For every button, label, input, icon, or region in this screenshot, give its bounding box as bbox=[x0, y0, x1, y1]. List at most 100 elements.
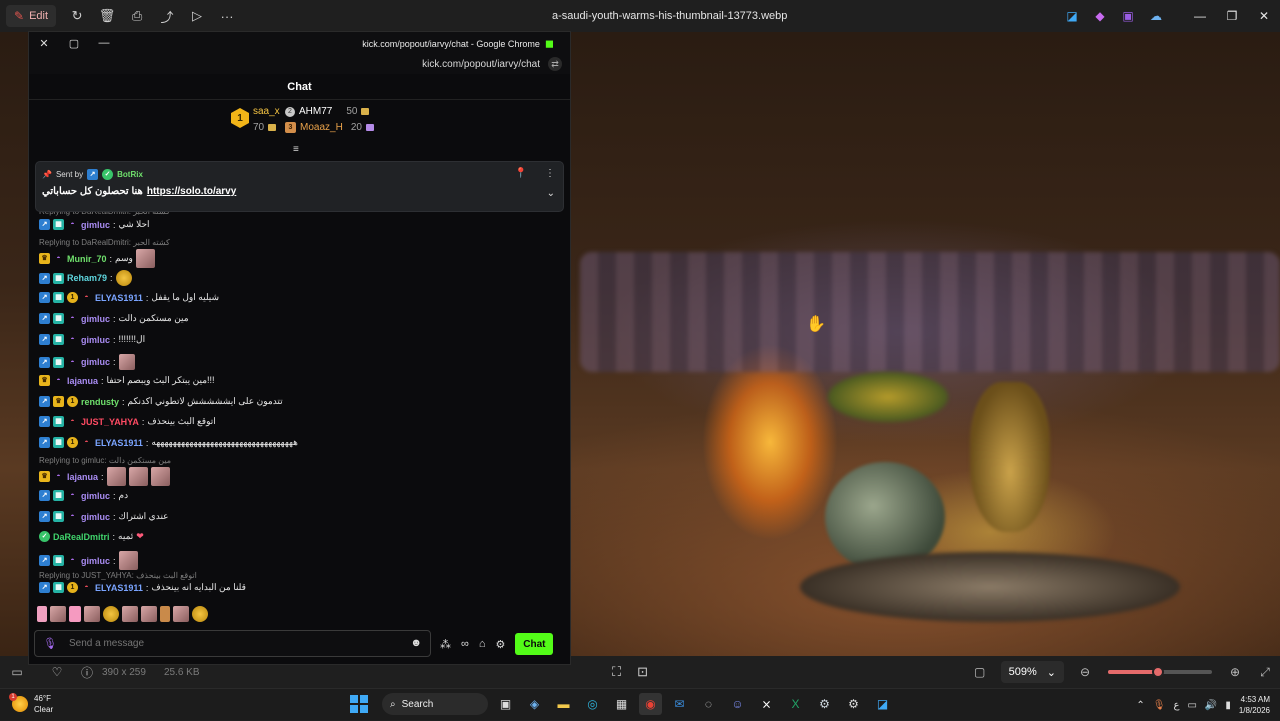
kick-points-icon[interactable]: ⁂ bbox=[440, 638, 451, 651]
username[interactable]: DaRealDmitri bbox=[53, 532, 110, 542]
filmstrip-icon[interactable]: ▭ bbox=[2, 665, 32, 679]
weather-widget[interactable]: 1 46°F Clear bbox=[9, 693, 53, 715]
emoji-picker-icon[interactable]: ☻ bbox=[410, 637, 422, 649]
send-chat-button[interactable]: Chat bbox=[515, 633, 554, 655]
volume-icon[interactable]: 🔊 bbox=[1205, 700, 1217, 711]
emote[interactable] bbox=[103, 606, 119, 622]
username[interactable]: gimluc bbox=[81, 491, 110, 501]
emote[interactable] bbox=[141, 606, 157, 622]
chat-message[interactable]: ↗ ▦ ◓ gimluc: bbox=[39, 354, 135, 370]
username[interactable]: gimluc bbox=[81, 335, 110, 345]
more-icon[interactable]: ··· bbox=[212, 9, 242, 24]
message-input[interactable] bbox=[69, 638, 389, 649]
zoom-slider[interactable] bbox=[1108, 666, 1212, 678]
photos-app-icon[interactable]: ◪ bbox=[871, 693, 894, 715]
delete-icon[interactable]: 🗑 bbox=[92, 8, 122, 24]
leader-third[interactable]: 3 Moaaz_H 20 bbox=[285, 122, 374, 133]
chat-message[interactable]: ✓ DaRealDmitri: ئميه ❤ bbox=[39, 531, 144, 542]
pinned-bot-name[interactable]: BotRix bbox=[117, 170, 143, 179]
steam-icon[interactable]: ⚙ bbox=[813, 693, 836, 715]
pinned-link[interactable]: https://solo.to/arvy bbox=[147, 186, 236, 197]
onedrive-icon[interactable]: ☁ bbox=[1142, 9, 1170, 23]
popout-url[interactable]: kick.com/popout/iarvy/chat bbox=[422, 59, 540, 70]
whatsapp-icon[interactable]: ◌ bbox=[697, 693, 720, 715]
chat-message[interactable]: ↗ ▦ ◓ gimluc: عندي اشتراك bbox=[39, 511, 169, 522]
chat-message[interactable]: ↗ ▦ ◓ gimluc: !!!!!!!ال bbox=[39, 334, 145, 345]
chevron-down-icon[interactable]: ⌄ bbox=[547, 188, 555, 199]
taskbar-search[interactable]: ⌕ Search bbox=[382, 693, 488, 715]
start-button-icon[interactable] bbox=[350, 695, 368, 713]
file-explorer-icon[interactable]: ▬ bbox=[552, 693, 575, 715]
username[interactable]: ELYAS1911 bbox=[95, 293, 143, 303]
chat-message[interactable]: ↗ ▦ 1 ◓ ELYAS1911: هههههههههههههههههههههههه… bbox=[39, 437, 298, 448]
username[interactable]: lajanua bbox=[67, 472, 98, 482]
outlook-icon[interactable]: ✉ bbox=[668, 693, 691, 715]
store-icon[interactable]: ▦ bbox=[610, 693, 633, 715]
rotate-icon[interactable]: ↻ bbox=[62, 8, 92, 24]
language-indicator[interactable]: ع bbox=[1173, 700, 1179, 711]
minimize-icon[interactable]: — bbox=[1184, 9, 1216, 23]
crop-icon[interactable]: ⛶ bbox=[612, 664, 621, 680]
emote[interactable] bbox=[192, 606, 208, 622]
chrome-icon[interactable]: ◉ bbox=[639, 693, 662, 715]
username[interactable]: ELYAS1911 bbox=[95, 438, 143, 448]
leader-second[interactable]: 2 AHM77 50 bbox=[285, 106, 370, 117]
discord-icon[interactable]: ☺ bbox=[726, 693, 749, 715]
chat-message[interactable]: ↗ ▦ ◓ gimluc: دم bbox=[39, 490, 128, 501]
chat-message[interactable]: ↗ ▦ 1 ◓ ELYAS1911: قلنا من البدايه انه بينح… bbox=[39, 582, 246, 593]
zoom-out-icon[interactable]: ⊖ bbox=[1070, 665, 1100, 679]
mic-tray-icon[interactable]: 🎙 bbox=[1153, 700, 1166, 711]
close-icon[interactable]: ✕ bbox=[1248, 9, 1280, 23]
site-settings-icon[interactable]: ⇄ bbox=[548, 57, 562, 71]
emote[interactable] bbox=[69, 606, 81, 622]
username[interactable]: ELYAS1911 bbox=[95, 583, 143, 593]
chat-message[interactable]: ↗ ▦ 1 ◓ ELYAS1911: شيليه اول ما يقفل bbox=[39, 292, 219, 303]
app-icon-blue[interactable]: ◪ bbox=[1058, 9, 1086, 23]
zoom-dropdown[interactable]: 509% ⌄ bbox=[1000, 661, 1064, 683]
actual-size-icon[interactable]: ▢ bbox=[965, 665, 995, 679]
infinity-icon[interactable]: ∞ bbox=[461, 638, 469, 650]
chevron-up-icon[interactable]: ⌃ bbox=[1136, 700, 1144, 711]
chat-message[interactable]: ↗ ▦ Reham79: bbox=[39, 270, 132, 286]
app-icon-clipchamp[interactable]: ▣ bbox=[1114, 9, 1142, 23]
chat-message[interactable]: ↗ ▦ ◓ gimluc: bbox=[39, 551, 138, 570]
chat-message[interactable]: ↗ ▦ ◓ gimluc: احلا شي bbox=[39, 219, 150, 230]
store-icon[interactable]: ⌂ bbox=[479, 638, 486, 650]
more-options-icon[interactable]: ⋮ bbox=[545, 168, 555, 179]
username[interactable]: gimluc bbox=[81, 512, 110, 522]
username[interactable]: rendusty bbox=[81, 397, 119, 407]
print-icon[interactable]: ⎙ bbox=[122, 8, 152, 24]
emote[interactable] bbox=[37, 606, 47, 622]
username[interactable]: JUST_YAHYA bbox=[81, 417, 139, 427]
settings-gear-icon[interactable]: ⚙ bbox=[496, 638, 506, 651]
chat-message[interactable]: ↗ ▦ ◓ JUST_YAHYA: اتوقع البث بينحذف bbox=[39, 416, 216, 427]
battery-icon[interactable]: ▮ bbox=[1225, 700, 1231, 711]
username[interactable]: gimluc bbox=[81, 220, 110, 230]
excel-icon[interactable]: X bbox=[784, 693, 807, 715]
edit-button[interactable]: ✎ Edit bbox=[6, 5, 57, 27]
emote[interactable] bbox=[50, 606, 66, 622]
kick-extension-icon[interactable]: ◼ bbox=[545, 37, 554, 50]
pinned-message[interactable]: 📌 Sent by ↗ ✓ BotRix هنا تحصلون كل حسابا… bbox=[35, 161, 564, 212]
slideshow-icon[interactable]: ▷ bbox=[182, 8, 212, 24]
microphone-icon[interactable]: 🎙 bbox=[43, 637, 57, 650]
chat-message[interactable]: ♛ ◓ Munir_70: وسم bbox=[39, 249, 155, 268]
task-view-icon[interactable]: ▣ bbox=[494, 693, 517, 715]
settings-icon[interactable]: ⚙ bbox=[842, 693, 865, 715]
fullscreen-icon[interactable]: ⤢ bbox=[1250, 665, 1280, 680]
chat-message[interactable]: ♛ ◓ lajanua: bbox=[39, 467, 170, 486]
zoom-slider-thumb[interactable] bbox=[1151, 666, 1164, 678]
favorite-icon[interactable]: ♡ bbox=[42, 665, 72, 679]
edge-icon[interactable]: ◎ bbox=[581, 693, 604, 715]
network-icon[interactable]: ▭ bbox=[1187, 700, 1196, 711]
emote[interactable] bbox=[160, 606, 170, 622]
clock[interactable]: 4:53 AM 1/8/2026 bbox=[1239, 694, 1270, 716]
chat-message[interactable]: ↗ ▦ ◓ gimluc: مين مستكمن دالت bbox=[39, 313, 189, 324]
maximize-icon[interactable]: ▢ bbox=[59, 37, 89, 50]
username[interactable]: gimluc bbox=[81, 357, 110, 367]
username[interactable]: lajanua bbox=[67, 376, 98, 386]
username[interactable]: Reham79 bbox=[67, 273, 107, 283]
zoom-in-icon[interactable]: ⊕ bbox=[1220, 665, 1250, 679]
leader-first[interactable]: saa_x bbox=[253, 106, 280, 117]
minimize-icon[interactable]: — bbox=[89, 37, 119, 49]
